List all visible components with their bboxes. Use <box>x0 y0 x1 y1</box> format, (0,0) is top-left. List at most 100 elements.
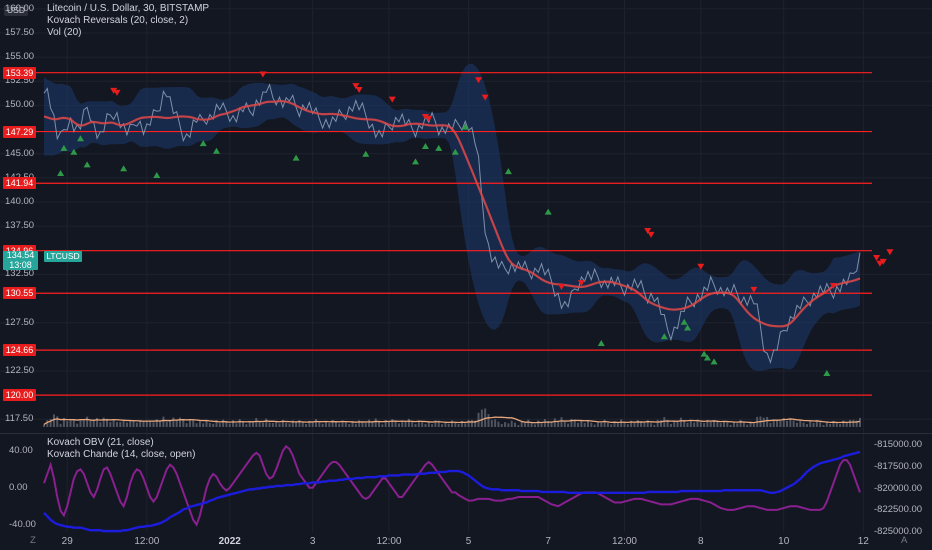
volume-bar <box>610 424 613 427</box>
volume-bar <box>849 419 852 427</box>
price-axis-label: 157.50 <box>5 26 35 38</box>
volume-bar <box>82 419 85 427</box>
chart-canvas[interactable] <box>0 0 932 550</box>
volume-bar <box>679 417 682 427</box>
volume-bar <box>86 416 89 427</box>
volume-bar <box>169 420 172 427</box>
volume-bar <box>643 422 646 427</box>
level-price-tag: 147.29 <box>3 125 36 138</box>
volume-bar <box>490 420 493 427</box>
volume-bar <box>746 424 749 427</box>
bar-countdown: 13:08 <box>9 259 32 270</box>
volume-bar <box>653 424 656 427</box>
volume-bar <box>527 419 530 427</box>
price-axis-label: 140.00 <box>5 195 35 207</box>
volume-bar <box>115 422 118 427</box>
volume-bar <box>567 423 570 427</box>
symbol-badge: LTCUSD <box>44 251 82 262</box>
time-axis-label: 29 <box>61 536 73 547</box>
volume-bar <box>142 421 145 427</box>
volume-bar <box>251 422 254 427</box>
volume-bar <box>477 412 480 427</box>
volume-bar <box>397 423 400 427</box>
obv-axis-label: -817500.00 <box>874 460 923 472</box>
legend-kovach-reversals[interactable]: Kovach Reversals (20, close, 2) <box>47 15 209 27</box>
volume-bar <box>577 422 580 427</box>
time-axis-label: 3 <box>309 536 316 547</box>
tradingview-chart[interactable]: { "legend": { "main_title": "Litecoin / … <box>0 0 932 550</box>
price-axis-label: 150.00 <box>5 99 35 111</box>
volume-bar <box>391 419 394 427</box>
price-axis-label: 132.50 <box>5 268 35 280</box>
price-axis-label: 117.50 <box>5 413 34 425</box>
volume-bar <box>99 422 102 427</box>
volume-bar <box>540 423 543 427</box>
legend-volume[interactable]: Vol (20) <box>47 27 209 39</box>
volume-bar <box>175 420 178 427</box>
volume-bar <box>212 423 215 427</box>
volume-bar <box>686 422 689 427</box>
volume-bar <box>620 419 623 427</box>
volume-bar <box>424 424 427 427</box>
volume-bar <box>218 423 221 427</box>
time-axis-label: 12:00 <box>376 536 402 547</box>
volume-bar <box>387 422 390 427</box>
volume-bar <box>699 422 702 427</box>
volume-bar <box>606 422 609 427</box>
volume-bar <box>663 417 666 427</box>
volume-bar <box>271 422 274 427</box>
chande-axis-label: 0.00 <box>9 481 28 493</box>
volume-bar <box>66 421 69 427</box>
legend-title[interactable]: Litecoin / U.S. Dollar, 30, BITSTAMP <box>47 3 209 15</box>
volume-bar <box>125 422 128 427</box>
volume-bar <box>285 423 288 427</box>
volume-bar <box>729 424 732 427</box>
volume-bar <box>222 419 225 427</box>
volume-bar <box>89 420 92 427</box>
volume-bar <box>245 424 248 427</box>
volume-bar <box>354 423 357 427</box>
volume-bar <box>507 423 510 427</box>
volume-bar <box>633 423 636 427</box>
legend-kovach-chande[interactable]: Kovach Chande (14, close, open) <box>47 449 195 461</box>
volume-bar <box>600 422 603 427</box>
volume-bar <box>520 421 523 427</box>
volume-bar <box>407 418 410 427</box>
volume-bar <box>500 424 503 427</box>
volume-bar <box>179 417 181 427</box>
volume-bar <box>470 419 473 427</box>
volume-bar <box>812 422 815 427</box>
volume-bar <box>188 419 191 427</box>
volume-bar <box>265 418 268 427</box>
auto-scale-button[interactable]: A <box>901 535 907 546</box>
volume-bar <box>786 420 789 427</box>
volume-bar <box>533 424 536 427</box>
volume-bar <box>636 420 639 427</box>
volume-bar <box>46 420 49 427</box>
volume-bar <box>102 417 105 427</box>
volume-bar <box>859 417 861 427</box>
volume-bar <box>364 423 367 427</box>
volume-bar <box>789 418 792 427</box>
chande-axis-label: 40.00 <box>9 444 33 456</box>
volume-bar <box>603 419 606 427</box>
volume-bar <box>839 424 842 427</box>
legend-kovach-obv[interactable]: Kovach OBV (21, close) <box>47 437 195 449</box>
volume-bar <box>752 423 755 427</box>
volume-bar <box>467 419 470 427</box>
volume-bar <box>650 423 653 427</box>
volume-bar <box>255 418 258 427</box>
volume-bar <box>261 422 264 427</box>
volume-bar <box>656 419 659 427</box>
volume-bar <box>769 422 772 427</box>
volume-bar <box>487 414 490 427</box>
volume-bar <box>676 421 679 427</box>
time-axis-label: 12:00 <box>611 536 637 547</box>
volume-bar <box>79 420 82 427</box>
volume-bar <box>454 422 457 427</box>
zoom-button[interactable]: Z <box>30 535 36 546</box>
volume-bar <box>693 422 696 427</box>
volume-bar <box>427 421 430 427</box>
volume-bar <box>776 419 779 427</box>
level-price-tag: 141.94 <box>3 177 36 190</box>
